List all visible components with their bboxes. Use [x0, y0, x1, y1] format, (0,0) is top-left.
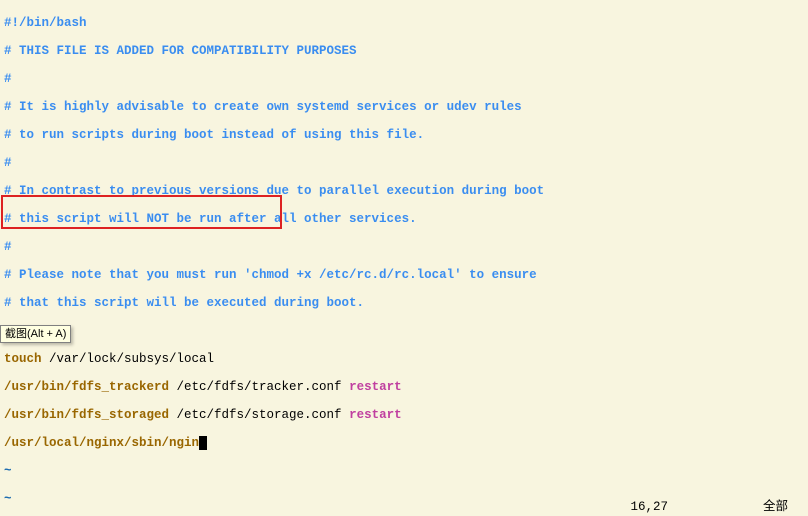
screenshot-tooltip: 截图(Alt + A)	[0, 325, 71, 343]
code-line: # Please note that you must run 'chmod +…	[4, 268, 806, 282]
cursor-position: 16,27	[630, 500, 668, 514]
code-line: #	[4, 72, 806, 86]
code-line: #	[4, 156, 806, 170]
path-token: /etc/fdfs/tracker.conf	[169, 380, 349, 394]
code-line: # THIS FILE IS ADDED FOR COMPATIBILITY P…	[4, 44, 806, 58]
code-line: touch /var/lock/subsys/local	[4, 352, 806, 366]
arg-token: restart	[349, 380, 402, 394]
code-line: #!/bin/bash	[4, 16, 806, 30]
code-line	[4, 324, 806, 338]
code-line: # this script will NOT be run after all …	[4, 212, 806, 226]
cursor: x	[199, 436, 207, 450]
code-line: #	[4, 240, 806, 254]
code-line: /usr/bin/fdfs_trackerd /etc/fdfs/tracker…	[4, 380, 806, 394]
command-token: /usr/bin/fdfs_trackerd	[4, 380, 169, 394]
code-line: # to run scripts during boot instead of …	[4, 128, 806, 142]
code-line: /usr/bin/fdfs_storaged /etc/fdfs/storage…	[4, 408, 806, 422]
vim-status-bar: 16,27 全部	[0, 499, 808, 515]
empty-line-tilde: ~	[4, 464, 806, 478]
scroll-indicator: 全部	[763, 500, 788, 514]
code-line: # that this script will be executed duri…	[4, 296, 806, 310]
code-line: # It is highly advisable to create own s…	[4, 100, 806, 114]
command-token: /usr/bin/fdfs_storaged	[4, 408, 169, 422]
arg-token: restart	[349, 408, 402, 422]
path-token: /var/lock/subsys/local	[42, 352, 215, 366]
code-line: /usr/local/nginx/sbin/nginx	[4, 436, 806, 450]
vim-editor[interactable]: #!/bin/bash # THIS FILE IS ADDED FOR COM…	[0, 0, 808, 516]
command-token: touch	[4, 352, 42, 366]
code-line: # In contrast to previous versions due t…	[4, 184, 806, 198]
command-token: /usr/local/nginx/sbin/ngin	[4, 436, 199, 450]
path-token: /etc/fdfs/storage.conf	[169, 408, 349, 422]
